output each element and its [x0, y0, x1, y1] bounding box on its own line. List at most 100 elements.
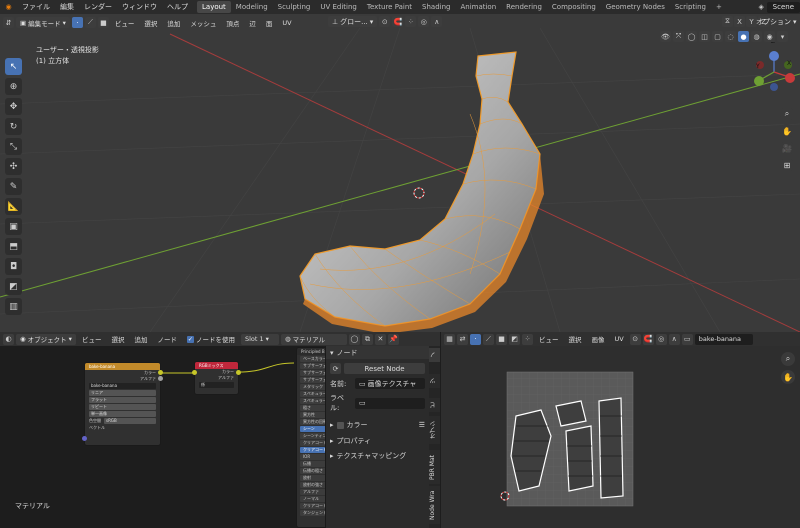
edge-select-icon[interactable]: ⟋ [483, 333, 494, 345]
transform-tool-icon[interactable]: ✣ [5, 158, 22, 175]
select-box-tool-icon[interactable]: ↖ [5, 58, 22, 75]
menu-uv[interactable]: UV [278, 17, 295, 28]
camera-icon[interactable]: 🎥 [780, 141, 794, 155]
menu-window[interactable]: ウィンドウ [117, 2, 162, 12]
refresh-icon[interactable]: ⟳ [330, 363, 341, 374]
duplicate-icon[interactable]: ⧉ [361, 333, 373, 345]
properties-section[interactable]: ▸ プロパティ [326, 432, 429, 448]
tab-geometry-nodes[interactable]: Geometry Nodes [601, 1, 670, 13]
add-cube-tool-icon[interactable]: ▣ [5, 218, 22, 235]
menu-add[interactable]: 追加 [163, 17, 184, 28]
tab-layout[interactable]: Layout [197, 1, 231, 13]
tab-tool[interactable]: ツ [429, 374, 440, 388]
menu-uv[interactable]: UV [611, 334, 628, 345]
pan-hand-icon[interactable]: ✋ [781, 370, 795, 384]
slot-selector[interactable]: Slot 1 ▾ [240, 333, 279, 345]
label-field[interactable]: ▭ [355, 397, 425, 409]
scale-tool-icon[interactable]: ⤡ [5, 138, 22, 155]
node-section-header[interactable]: ▾ ノード [326, 346, 429, 359]
color-checkbox[interactable] [336, 421, 344, 429]
scene-icon[interactable]: ◈ [756, 2, 767, 13]
falloff-icon[interactable]: ∧ [668, 333, 680, 345]
interpolation-dropdown[interactable]: リニア [89, 390, 156, 397]
menu-file[interactable]: ファイル [17, 2, 55, 12]
menu-view[interactable]: ビュー [535, 334, 563, 345]
face-select-icon[interactable]: ■ [97, 17, 109, 28]
vertex-select-icon[interactable]: · [71, 17, 83, 28]
node-header[interactable]: RGBミックス [195, 362, 238, 369]
tab-sculpting[interactable]: Sculpting [273, 1, 316, 13]
extrude-tool-icon[interactable]: ⬒ [5, 238, 22, 255]
vertex-select-icon[interactable]: · [470, 333, 481, 345]
blender-logo-icon[interactable]: ◉ [3, 2, 14, 13]
reset-node-button[interactable]: Reset Node [344, 363, 425, 374]
fake-user-icon[interactable]: ◯ [348, 333, 360, 345]
menu-help[interactable]: ヘルプ [162, 2, 193, 12]
factor-field[interactable]: 係 [199, 382, 234, 389]
proportional-edit-icon[interactable]: ◎ [418, 16, 430, 27]
axis-x-toggle[interactable]: X [734, 16, 745, 27]
tab-shading[interactable]: Shading [417, 1, 455, 13]
source-dropdown[interactable]: 単一画像 [89, 411, 156, 418]
wireframe-shading-icon[interactable]: ◌ [725, 31, 736, 42]
grid-view-icon[interactable]: ⊞ [780, 158, 794, 172]
menu-face[interactable]: 面 [262, 17, 277, 28]
tab-scripting[interactable]: Scripting [670, 1, 711, 13]
rendered-shading-icon[interactable]: ◉ [764, 31, 775, 42]
image-texture-node[interactable]: bake-banana カラー アルファ bake-banana リニア フラッ… [84, 362, 161, 446]
name-field[interactable]: ▭ 画像テクスチャ [355, 378, 425, 389]
menu-select[interactable]: 選択 [565, 334, 586, 345]
menu-add[interactable]: 追加 [130, 334, 151, 345]
options-dropdown[interactable]: オプション ▾ [752, 16, 800, 27]
menu-node[interactable]: ノード [153, 334, 181, 345]
use-nodes-checkbox[interactable]: ✓ ノードを使用 [183, 334, 239, 345]
proportional-edit-icon[interactable]: ◎ [655, 333, 667, 345]
falloff-icon[interactable]: ∧ [431, 16, 443, 27]
snap-target-icon[interactable]: ⁘ [405, 16, 417, 27]
editor-type-icon[interactable]: ◐ [3, 333, 14, 345]
rotate-tool-icon[interactable]: ↻ [5, 118, 22, 135]
annotate-tool-icon[interactable]: ✎ [5, 178, 22, 195]
image-browse-icon[interactable]: ▭ [681, 333, 693, 345]
loop-cut-tool-icon[interactable]: ▥ [5, 298, 22, 315]
image-selector[interactable]: bake-banana [694, 333, 753, 345]
tab-uv-editing[interactable]: UV Editing [315, 1, 362, 13]
tab-node[interactable]: ノ [429, 348, 440, 362]
mode-selector[interactable]: ▣ 編集モード ▾ [16, 17, 70, 28]
cursor-tool-icon[interactable]: ⊕ [5, 78, 22, 95]
projection-dropdown[interactable]: フラット [89, 397, 156, 404]
editor-type-icon[interactable]: ⇵ [3, 17, 14, 28]
mix-rgb-node[interactable]: RGBミックス カラー アルファ 係 [194, 361, 239, 395]
tab-view[interactable]: ビ [429, 398, 440, 412]
texture-mapping-section[interactable]: ▸ テクスチャマッピング [326, 448, 429, 464]
zoom-icon[interactable]: ⌕ [781, 352, 795, 366]
editor-type-icon[interactable]: ▦ [444, 333, 455, 345]
gizmo-toggle-icon[interactable]: ⤧ [673, 31, 684, 42]
snap-icon[interactable]: 🧲 [392, 16, 404, 27]
solid-shading-icon[interactable]: ● [738, 31, 749, 42]
extension-dropdown[interactable]: リピート [89, 404, 156, 411]
output-alpha-socket[interactable]: アルファ [85, 376, 160, 382]
menu-mesh[interactable]: メッシュ [186, 17, 220, 28]
list-icon[interactable]: ☰ [419, 421, 425, 429]
inset-tool-icon[interactable]: ◘ [5, 258, 22, 275]
tab-pbr-material[interactable]: PBR Mat [429, 450, 440, 484]
tab-rendering[interactable]: Rendering [501, 1, 547, 13]
menu-vertex[interactable]: 頂点 [222, 17, 243, 28]
object-type-selector[interactable]: ◉ オブジェクト ▾ [16, 333, 76, 345]
socket-dot[interactable] [158, 376, 163, 381]
menu-select[interactable]: 選択 [107, 334, 128, 345]
edge-select-icon[interactable]: ⟋ [84, 17, 96, 28]
socket-dot[interactable] [236, 370, 241, 375]
menu-edit[interactable]: 編集 [55, 2, 79, 12]
node-header[interactable]: bake-banana [85, 363, 160, 370]
color-row[interactable]: ▸ カラー ☰ [326, 415, 429, 432]
tab-animation[interactable]: Animation [455, 1, 501, 13]
tab-node-wrangler[interactable]: Node Wra [429, 486, 440, 524]
tab-options[interactable]: オプシ [429, 416, 440, 444]
menu-edge[interactable]: 辺 [245, 17, 260, 28]
pin-icon[interactable]: 📌 [387, 333, 399, 345]
menu-select[interactable]: 選択 [140, 17, 161, 28]
input-vector-socket[interactable]: ベクトル [85, 425, 160, 431]
menu-image[interactable]: 画像 [588, 334, 609, 345]
